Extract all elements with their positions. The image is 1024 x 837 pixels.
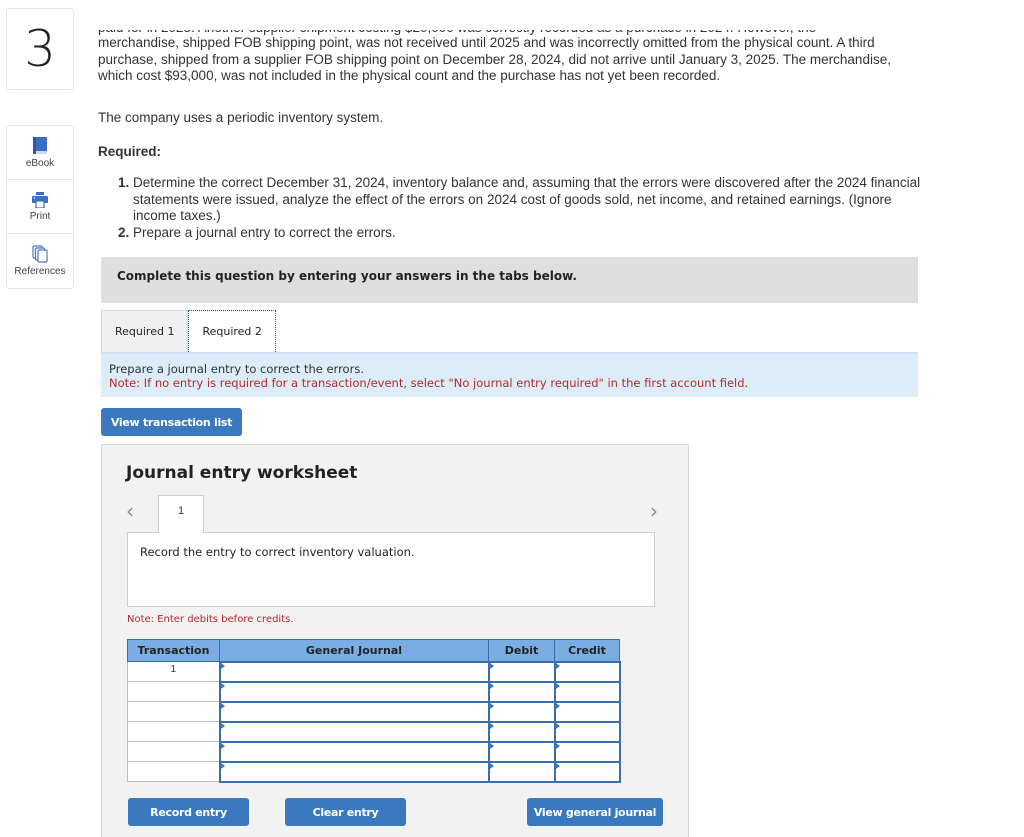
credit-input[interactable]: [553, 740, 621, 763]
credit-input[interactable]: [553, 720, 621, 743]
tab-required-1[interactable]: Required 1: [101, 310, 189, 352]
debit-input[interactable]: [487, 720, 556, 743]
required-heading: Required:: [98, 144, 162, 159]
requirements-list: 1. Determine the correct December 31, 20…: [118, 175, 930, 241]
sidebar-item-label: Print: [29, 210, 51, 222]
journal-table: Transaction General Journal Debit Credit…: [127, 639, 621, 783]
problem-paragraph: merchandise, shipped FOB shipping point,…: [98, 35, 891, 83]
table-row: [127, 700, 621, 723]
account-input[interactable]: [218, 680, 490, 703]
worksheet-description: Record the entry to correct inventory va…: [127, 532, 655, 607]
sidebar-item-ebook[interactable]: eBook: [7, 126, 73, 180]
journal-entry-worksheet: Journal entry worksheet ‹ 1 › Record the…: [101, 444, 689, 837]
column-header-credit: Credit: [554, 639, 620, 662]
sidebar-item-references[interactable]: References: [7, 234, 73, 288]
requirement-item: 1. Determine the correct December 31, 20…: [118, 175, 921, 223]
debit-input[interactable]: [487, 700, 556, 723]
account-input[interactable]: [218, 660, 490, 683]
record-entry-button[interactable]: Record entry: [128, 798, 249, 826]
debit-input[interactable]: [487, 740, 556, 763]
debit-input[interactable]: [487, 760, 556, 783]
table-row: 1: [127, 660, 621, 683]
credit-input[interactable]: [553, 760, 621, 783]
clear-entry-button[interactable]: Clear entry: [285, 798, 406, 826]
debit-input[interactable]: [487, 680, 556, 703]
table-row: [127, 740, 621, 763]
credit-input[interactable]: [553, 680, 621, 703]
transaction-cell: [127, 681, 220, 702]
transaction-cell: [127, 761, 220, 782]
column-header-transaction: Transaction: [127, 639, 220, 662]
view-transaction-list-button[interactable]: View transaction list: [101, 408, 242, 436]
transaction-cell: [127, 741, 220, 762]
question-number: 3: [6, 8, 74, 90]
instruction-note: Note: If no entry is required for a tran…: [109, 376, 749, 390]
table-row: [127, 760, 621, 783]
column-header-general-journal: General Journal: [219, 639, 489, 662]
printer-icon: [32, 191, 48, 208]
requirement-item: 2. Prepare a journal entry to correct th…: [118, 224, 396, 240]
instructions-panel: Prepare a journal entry to correct the e…: [101, 352, 918, 397]
problem-paragraph: The company uses a periodic inventory sy…: [98, 110, 384, 125]
chevron-right-icon[interactable]: ›: [650, 499, 658, 523]
instruction-text: Prepare a journal entry to correct the e…: [109, 362, 364, 376]
worksheet-tab-1[interactable]: 1: [158, 495, 204, 533]
account-input[interactable]: [218, 760, 490, 783]
complete-instructions-bar: Complete this question by entering your …: [101, 257, 918, 303]
transaction-cell: 1: [127, 661, 220, 682]
credit-input[interactable]: [553, 660, 621, 683]
column-header-debit: Debit: [488, 639, 555, 662]
account-input[interactable]: [218, 740, 490, 763]
table-row: [127, 680, 621, 703]
required-tabs: Required 1 Required 2: [101, 310, 276, 352]
sidebar-item-label: References: [14, 266, 66, 277]
book-icon: [33, 136, 47, 154]
account-input[interactable]: [218, 700, 490, 723]
table-row: [127, 720, 621, 743]
tab-required-2[interactable]: Required 2: [188, 310, 276, 352]
account-input[interactable]: [218, 720, 490, 743]
transaction-cell: [127, 701, 220, 722]
sidebar-item-label: eBook: [25, 157, 55, 169]
chevron-left-icon[interactable]: ‹: [126, 499, 134, 523]
credit-input[interactable]: [553, 700, 621, 723]
debit-input[interactable]: [487, 660, 556, 683]
copy-documents-icon: [32, 245, 48, 263]
sidebar: eBook Print References: [6, 125, 74, 289]
view-general-journal-button[interactable]: View general journal: [527, 798, 663, 826]
transaction-cell: [127, 721, 220, 742]
worksheet-title: Journal entry worksheet: [126, 463, 358, 483]
sidebar-item-print[interactable]: Print: [7, 180, 73, 234]
debits-note: Note: Enter debits before credits.: [127, 614, 294, 625]
